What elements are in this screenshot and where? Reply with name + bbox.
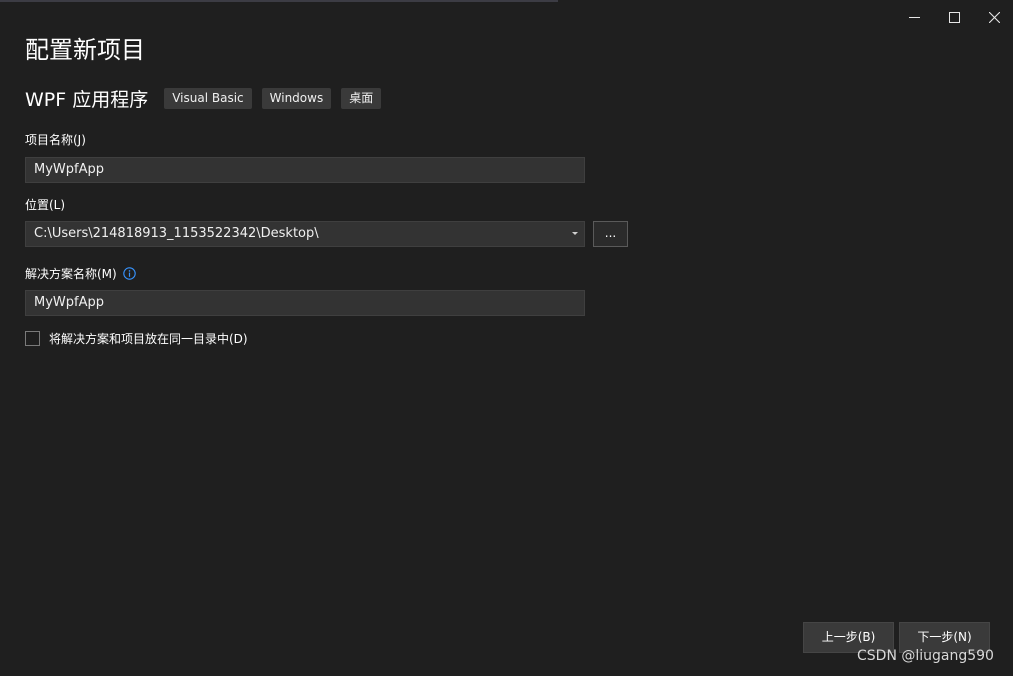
solution-name-input[interactable]: MyWpfApp xyxy=(25,290,585,316)
close-button[interactable] xyxy=(974,0,1013,34)
browse-button[interactable]: ... xyxy=(593,221,628,247)
location-label: 位置(L) xyxy=(25,198,66,212)
minimize-button[interactable] xyxy=(894,0,934,34)
info-icon[interactable] xyxy=(122,267,136,280)
template-header: WPF 应用程序 Visual Basic Windows 桌面 xyxy=(25,84,391,112)
tag-project-type: 桌面 xyxy=(341,87,382,109)
maximize-icon xyxy=(948,11,960,23)
location-value: C:\Users\214818913_1153522342\Desktop\ xyxy=(34,226,319,241)
close-icon xyxy=(988,11,1000,23)
same-directory-label: 将解决方案和项目放在同一目录中(D) xyxy=(49,332,248,346)
solution-name-label: 解决方案名称(M) xyxy=(25,267,117,281)
project-name-input[interactable]: MyWpfApp xyxy=(25,157,585,183)
location-combobox[interactable]: C:\Users\214818913_1153522342\Desktop\ xyxy=(25,221,585,247)
minimize-icon xyxy=(908,12,920,23)
page-title: 配置新项目 xyxy=(25,36,145,64)
maximize-button[interactable] xyxy=(934,0,974,34)
solution-name-label-row: 解决方案名称(M) xyxy=(25,265,136,282)
chevron-down-icon[interactable] xyxy=(572,232,578,235)
watermark-text: CSDN @liugang590 xyxy=(857,648,994,664)
project-name-label: 项目名称(J) xyxy=(25,133,86,147)
template-name: WPF 应用程序 xyxy=(25,88,149,111)
tag-language: Visual Basic xyxy=(164,87,252,109)
window-top-edge xyxy=(0,0,558,2)
same-directory-option[interactable]: 将解决方案和项目放在同一目录中(D) xyxy=(25,330,248,347)
tag-platform: Windows xyxy=(261,87,332,109)
same-directory-checkbox[interactable] xyxy=(25,331,40,346)
